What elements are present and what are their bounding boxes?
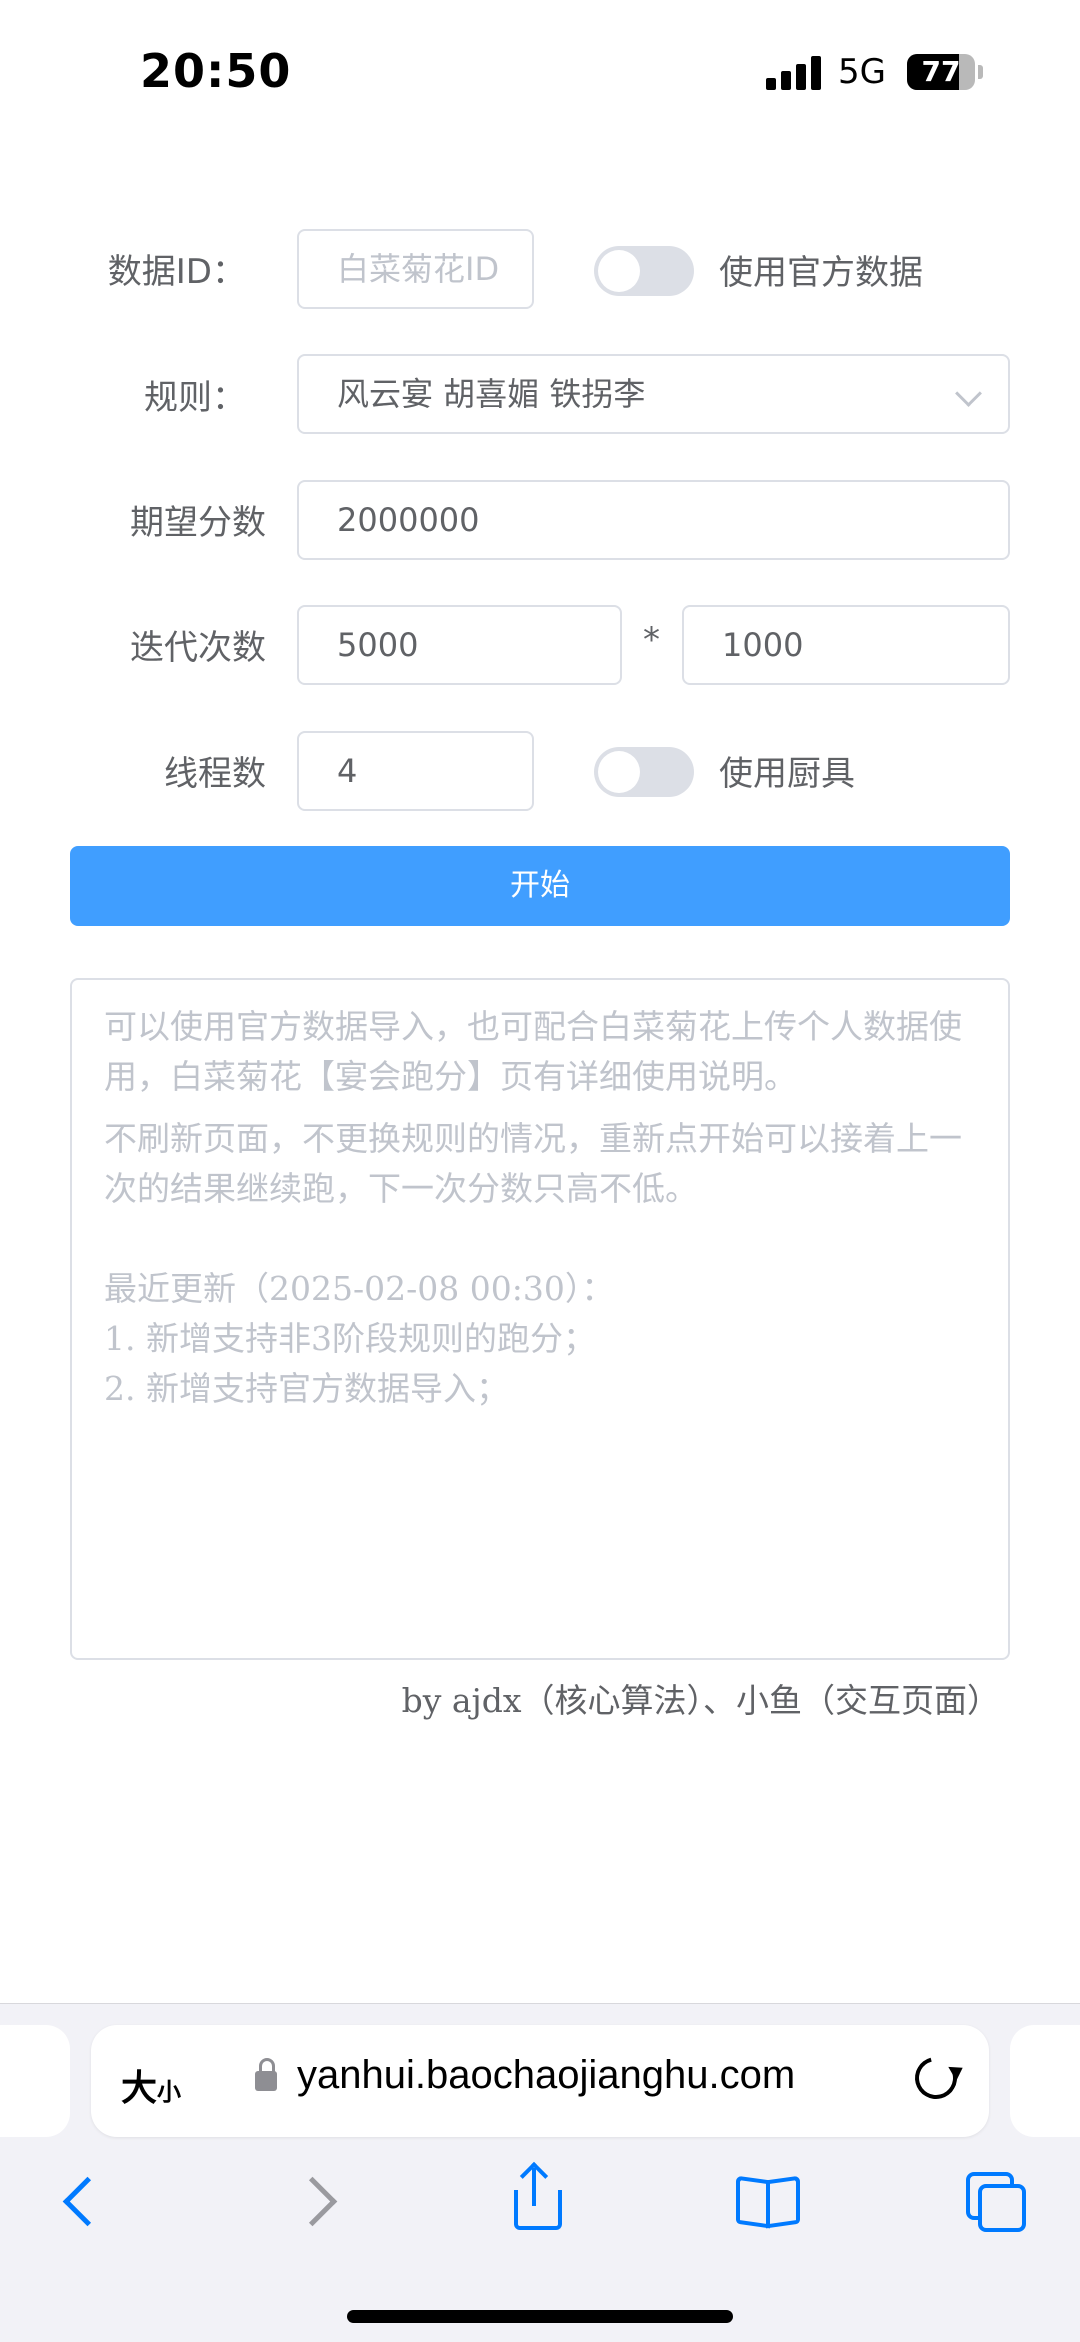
chevron-right-icon xyxy=(287,2176,338,2227)
rule-value: 风云宴 胡喜媚 铁拐李 xyxy=(337,375,646,413)
reload-icon[interactable] xyxy=(907,2049,965,2107)
switch-knob xyxy=(598,751,640,793)
battery-percent: 77 xyxy=(921,55,961,88)
bookmarks-button[interactable] xyxy=(732,2168,802,2232)
threads-input[interactable]: 4 xyxy=(297,731,534,811)
battery-icon: 77 xyxy=(907,54,975,90)
data-id-input[interactable]: 白菜菊花ID xyxy=(297,229,534,309)
book-icon xyxy=(736,2175,770,2229)
switch-knob xyxy=(598,250,640,292)
tabs-icon-front xyxy=(978,2184,1026,2232)
share-button[interactable] xyxy=(504,2161,574,2232)
update-item-1: 1. 新增支持非3阶段规则的跑分； xyxy=(104,1319,596,1358)
address-bar[interactable]: 大小 yanhui.baochaojianghu.com xyxy=(91,2025,989,2137)
lock-icon xyxy=(255,2058,277,2091)
forward-button[interactable] xyxy=(285,2168,355,2232)
text-size-small: 小 xyxy=(157,2078,182,2106)
next-tab-preview[interactable] xyxy=(1010,2025,1080,2137)
notes-textarea[interactable]: 可以使用官方数据导入，也可配合白菜菊花上传个人数据使用，白菜菊花【宴会跑分】页有… xyxy=(70,978,1010,1660)
tabs-button[interactable] xyxy=(962,2168,1032,2232)
rule-label: 规则： xyxy=(144,378,246,418)
start-button[interactable]: 开始 xyxy=(70,846,1010,926)
official-data-label: 使用官方数据 xyxy=(719,253,923,293)
back-button[interactable] xyxy=(50,2168,120,2232)
target-score-input[interactable]: 2000000 xyxy=(297,480,1010,560)
battery-tip xyxy=(978,65,983,79)
threads-label: 线程数 xyxy=(164,754,266,794)
update-title: 最近更新（2025-02-08 00:30）： xyxy=(104,1269,615,1308)
text-size-big: 大 xyxy=(121,2068,158,2109)
home-indicator xyxy=(347,2310,733,2323)
iterations-multiplier-input[interactable]: 1000 xyxy=(682,605,1010,685)
notes-line-2: 不刷新页面，不更换规则的情况，重新点开始可以接着上一次的结果继续跑，下一次分数只… xyxy=(104,1119,962,1208)
rule-select[interactable]: 风云宴 胡喜媚 铁拐李 xyxy=(297,354,1010,434)
signal-icon xyxy=(766,56,822,90)
target-score-label: 期望分数 xyxy=(130,503,266,543)
book-icon-right xyxy=(766,2175,800,2229)
credit-text: by ajdx（核心算法）、小鱼（交互页面） xyxy=(401,1681,1000,1720)
text-size-button[interactable]: 大小 xyxy=(121,2059,181,2111)
iterations-label: 迭代次数 xyxy=(130,628,266,668)
previous-tab-preview[interactable] xyxy=(0,2025,70,2137)
share-icon xyxy=(514,2190,562,2230)
url-text[interactable]: yanhui.baochaojianghu.com xyxy=(297,2053,795,2098)
update-item-2: 2. 新增支持官方数据导入； xyxy=(104,1369,509,1408)
official-data-switch[interactable] xyxy=(594,246,694,296)
network-type: 5G xyxy=(838,52,886,92)
chevron-left-icon xyxy=(62,2176,113,2227)
notes-line-1: 可以使用官方数据导入，也可配合白菜菊花上传个人数据使用，白菜菊花【宴会跑分】页有… xyxy=(104,1007,962,1096)
multiply-sign: * xyxy=(643,620,660,660)
use-tools-switch[interactable] xyxy=(594,747,694,797)
use-tools-label: 使用厨具 xyxy=(719,754,855,794)
status-time: 20:50 xyxy=(140,44,292,98)
data-id-label: 数据ID： xyxy=(107,252,246,292)
iterations-input[interactable]: 5000 xyxy=(297,605,622,685)
chevron-down-icon xyxy=(955,380,982,407)
